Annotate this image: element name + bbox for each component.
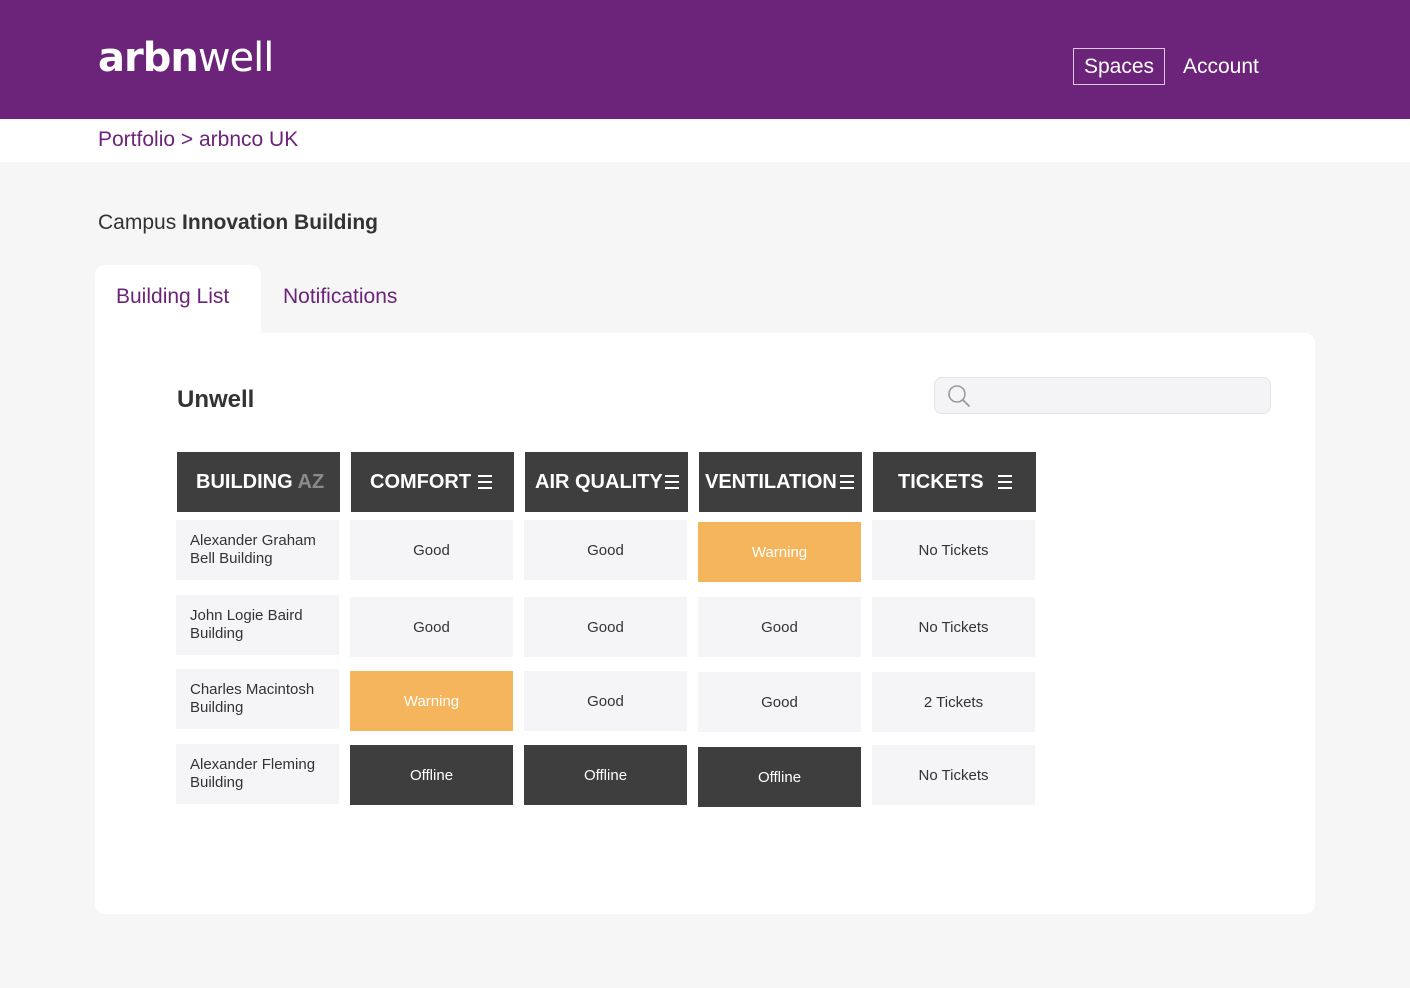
column-header-ventilation[interactable]: VENTILATION [699, 452, 862, 512]
column-header-comfort-label: COMFORT [370, 471, 472, 493]
table-row-3-comfort[interactable]: Warning [350, 671, 513, 731]
nav-spaces-button[interactable]: Spaces [1073, 48, 1165, 85]
column-header-tickets[interactable]: TICKETS [873, 452, 1036, 512]
page-title-building: Innovation Building [182, 211, 379, 234]
table-row-1-comfort[interactable]: Good [350, 520, 513, 580]
page-title: Campus Innovation Building [98, 210, 378, 236]
column-header-tickets-label: TICKETS [898, 471, 984, 493]
breadcrumb-portfolio-link[interactable]: Portfolio [98, 128, 175, 151]
column-header-building-label: BUILDING AZ [196, 452, 324, 512]
column-header-building[interactable]: BUILDING AZ [177, 452, 340, 512]
page-title-prefix: Campus [98, 211, 183, 234]
table-row-2-air-quality[interactable]: Good [524, 597, 687, 657]
top-header: arbnwell Spaces Account [0, 0, 1410, 119]
column-header-air-quality[interactable]: AIR QUALITY [525, 452, 688, 512]
search-icon [948, 385, 970, 407]
table-row-3-air-quality[interactable]: Good [524, 671, 687, 731]
breadcrumb-bar: Portfolio > arbnco UK [0, 119, 1410, 162]
table-row-3-building[interactable]: Charles Macintosh Building [176, 669, 339, 729]
table-row-1-building[interactable]: Alexander Graham Bell Building [176, 520, 339, 580]
search-box[interactable] [934, 377, 1271, 414]
nav-account-link[interactable]: Account [1183, 48, 1259, 85]
table-row-3-ventilation[interactable]: Good [698, 672, 861, 732]
section-title: Unwell [177, 386, 255, 413]
column-header-ventilation-label: VENTILATION [705, 471, 837, 493]
comfort-menu-icon[interactable] [478, 475, 492, 489]
table-row-3-tickets[interactable]: 2 Tickets [872, 672, 1035, 732]
arbnwell-logo[interactable]: arbnwell [98, 35, 275, 81]
logo-light-text: well [197, 35, 275, 81]
table-row-2-tickets[interactable]: No Tickets [872, 597, 1035, 657]
table-row-2-ventilation[interactable]: Good [698, 597, 861, 657]
breadcrumb-current[interactable]: arbnco UK [199, 128, 298, 151]
building-label-text: BUILDING [196, 471, 293, 493]
table-row-4-tickets[interactable]: No Tickets [872, 745, 1035, 805]
table-row-4-ventilation[interactable]: Offline [698, 747, 861, 807]
column-header-comfort[interactable]: COMFORT [351, 452, 514, 512]
tab-notifications[interactable]: Notifications [283, 265, 397, 335]
table-row-2-building[interactable]: John Logie Baird Building [176, 595, 339, 655]
breadcrumb: Portfolio > arbnco UK [98, 127, 298, 153]
table-row-2-comfort[interactable]: Good [350, 597, 513, 657]
sort-az-indicator[interactable]: AZ [298, 471, 325, 493]
breadcrumb-separator: > [175, 128, 199, 151]
tickets-menu-icon[interactable] [998, 475, 1012, 489]
ventilation-menu-icon[interactable] [840, 475, 854, 489]
search-input[interactable] [975, 378, 1265, 413]
table-row-1-tickets[interactable]: No Tickets [872, 520, 1035, 580]
air-quality-menu-icon[interactable] [665, 475, 679, 489]
column-header-air-quality-label: AIR QUALITY [535, 471, 663, 493]
table-row-4-comfort[interactable]: Offline [350, 745, 513, 805]
table-row-4-building[interactable]: Alexander Fleming Building [176, 744, 339, 804]
table-row-4-air-quality[interactable]: Offline [524, 745, 687, 805]
table-row-1-air-quality[interactable]: Good [524, 520, 687, 580]
tab-building-list[interactable]: Building List [95, 265, 261, 335]
table-row-1-ventilation[interactable]: Warning [698, 522, 861, 582]
logo-bold-text: arbn [98, 35, 199, 81]
